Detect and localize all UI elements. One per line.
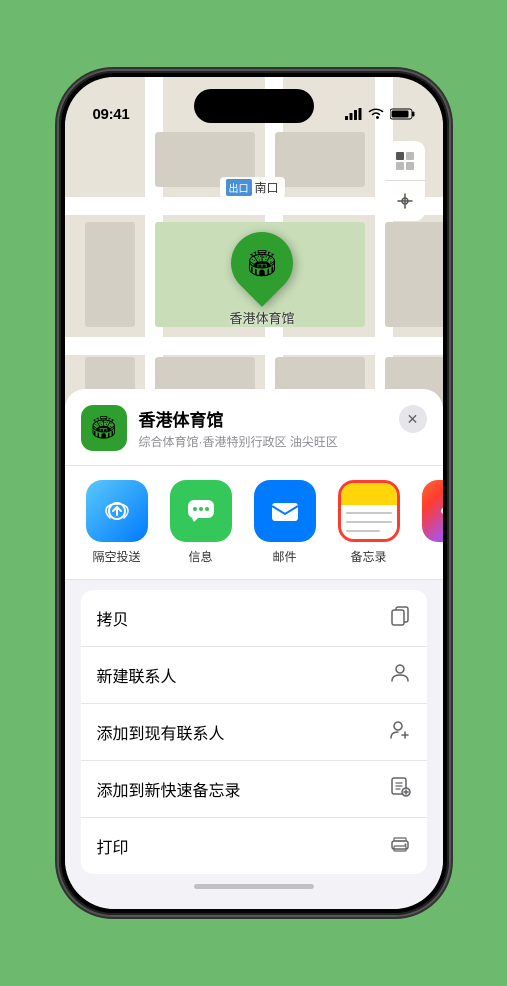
venue-info-header: 🏟 香港体育馆 综合体育馆·香港特别行政区 油尖旺区 ✕	[65, 389, 443, 466]
home-indicator	[194, 884, 314, 889]
wifi-icon	[368, 108, 384, 123]
battery-icon	[390, 108, 415, 123]
message-label: 信息	[188, 548, 212, 565]
share-action-message[interactable]: 信息	[165, 480, 237, 565]
share-actions-row: 隔空投送 信息	[65, 466, 443, 580]
more-icon	[422, 480, 443, 542]
share-action-more[interactable]: 拷	[417, 480, 443, 565]
stadium-icon: 🏟	[245, 248, 278, 279]
map-label-text: 南口	[255, 179, 279, 196]
phone-screen: 09:41	[65, 77, 443, 909]
phone-frame: 09:41	[59, 71, 449, 915]
print-label: 打印	[97, 834, 129, 858]
menu-items-list: 拷贝 新建联系人	[81, 590, 427, 874]
status-time: 09:41	[93, 106, 130, 123]
close-button[interactable]: ✕	[399, 405, 427, 433]
share-action-airdrop[interactable]: 隔空投送	[81, 480, 153, 565]
notes-label: 备忘录	[350, 548, 386, 565]
location-button[interactable]	[385, 181, 425, 221]
menu-item-print[interactable]: 打印	[81, 818, 427, 874]
map-entrance-label: 出口 南口	[220, 177, 285, 198]
add-existing-label: 添加到现有联系人	[97, 720, 225, 744]
message-icon	[170, 480, 232, 542]
new-contact-icon	[389, 661, 411, 689]
menu-item-copy[interactable]: 拷贝	[81, 590, 427, 647]
mail-label: 邮件	[272, 548, 296, 565]
add-note-icon	[389, 775, 411, 803]
venue-text: 香港体育馆 综合体育馆·香港特别行政区 油尖旺区	[139, 406, 338, 450]
map-label-tag: 出口	[226, 179, 252, 196]
bottom-sheet: 🏟 香港体育馆 综合体育馆·香港特别行政区 油尖旺区 ✕	[65, 389, 443, 909]
menu-item-add-note[interactable]: 添加到新快速备忘录	[81, 761, 427, 818]
new-contact-label: 新建联系人	[97, 663, 177, 687]
copy-icon	[389, 604, 411, 632]
menu-item-new-contact[interactable]: 新建联系人	[81, 647, 427, 704]
stadium-marker: 🏟 香港体育馆	[230, 232, 295, 327]
menu-item-add-existing[interactable]: 添加到现有联系人	[81, 704, 427, 761]
add-note-label: 添加到新快速备忘录	[97, 777, 241, 801]
signal-icon	[345, 108, 362, 123]
mail-icon	[254, 480, 316, 542]
venue-name: 香港体育馆	[139, 406, 338, 431]
marker-label: 香港体育馆	[230, 308, 295, 327]
airdrop-label: 隔空投送	[92, 548, 140, 565]
venue-icon: 🏟	[81, 405, 127, 451]
add-existing-icon	[389, 718, 411, 746]
print-icon	[389, 832, 411, 860]
venue-subtitle: 综合体育馆·香港特别行政区 油尖旺区	[139, 433, 338, 450]
status-icons	[345, 108, 415, 123]
dynamic-island	[194, 89, 314, 123]
marker-pin: 🏟	[218, 219, 306, 307]
share-action-notes[interactable]: 备忘录	[333, 480, 405, 565]
notes-icon	[338, 480, 400, 542]
venue-info-left: 🏟 香港体育馆 综合体育馆·香港特别行政区 油尖旺区	[81, 405, 338, 451]
home-indicator-container	[65, 874, 443, 889]
airdrop-icon	[86, 480, 148, 542]
copy-label: 拷贝	[97, 606, 129, 630]
share-action-mail[interactable]: 邮件	[249, 480, 321, 565]
map-controls	[385, 141, 425, 221]
map-view-button[interactable]	[385, 141, 425, 181]
